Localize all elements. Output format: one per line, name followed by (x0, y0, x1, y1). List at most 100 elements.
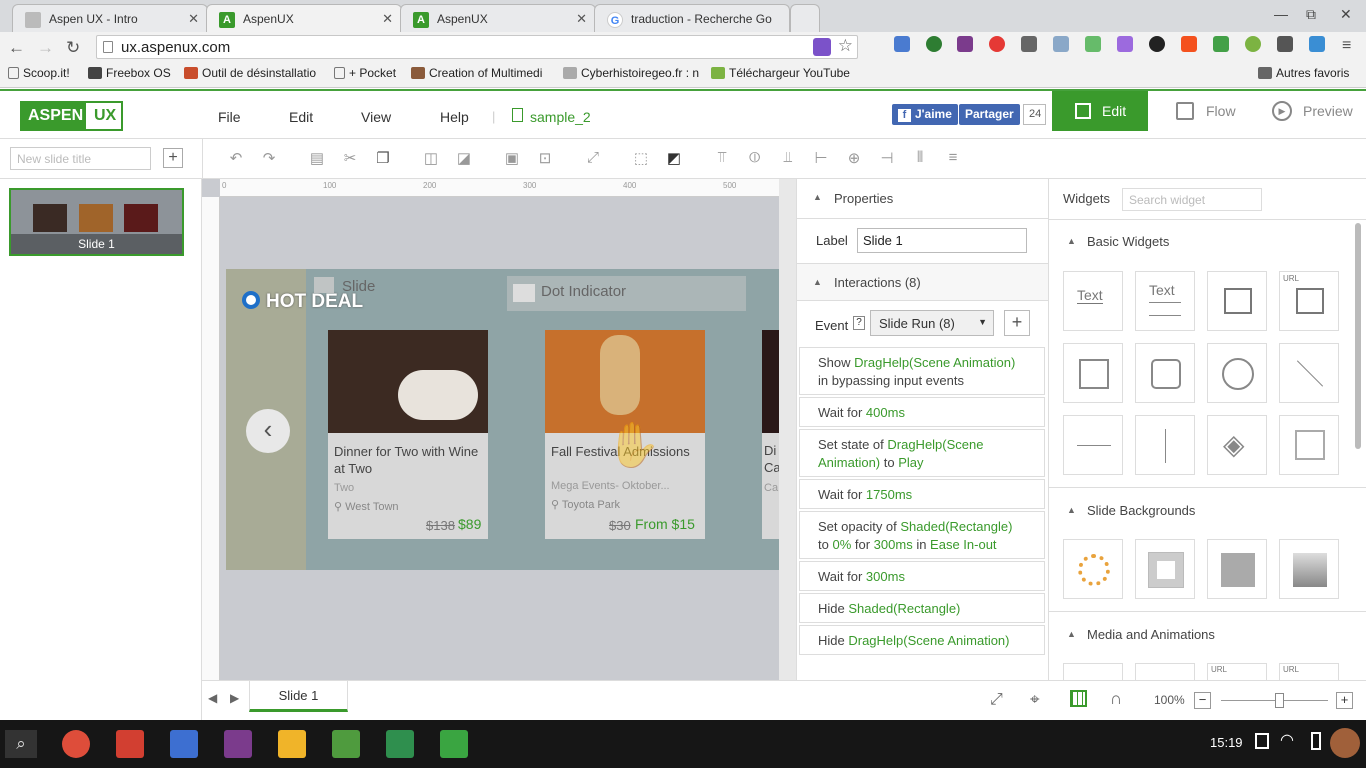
avatar[interactable] (1330, 728, 1360, 758)
interaction-row[interactable]: Hide DragHelp(Scene Animation) (799, 625, 1045, 655)
media-widget[interactable]: URL (1207, 663, 1267, 680)
facebook-share-button[interactable]: Partager (959, 104, 1020, 125)
crosshair-icon[interactable]: ⌖ (1030, 690, 1040, 710)
browser-tab[interactable]: G traduction - Recherche Go (594, 4, 790, 32)
extension-icon[interactable] (1213, 36, 1229, 52)
bookmark[interactable]: + Pocket (334, 66, 396, 80)
interaction-row[interactable]: Wait for 400ms (799, 397, 1045, 427)
extension-icon[interactable] (1309, 36, 1325, 52)
rectangle-widget[interactable] (1063, 343, 1123, 403)
bring-forward-icon[interactable]: ◫ (421, 149, 441, 167)
zoom-in-button[interactable]: + (1336, 692, 1353, 709)
distribute-v-icon[interactable]: ≡ (943, 149, 963, 167)
extension-icon[interactable] (1085, 36, 1101, 52)
line-widget[interactable] (1279, 343, 1339, 403)
grid-icon[interactable] (1070, 690, 1087, 707)
bookmark[interactable]: Cyberhistoiregeo.fr : n (563, 66, 699, 80)
scrollbar[interactable] (779, 179, 796, 680)
align-top-icon[interactable]: ⫪ (712, 149, 732, 167)
distribute-h-icon[interactable]: ⦀ (910, 149, 930, 167)
slide-thumbnail[interactable]: Slide 1 (9, 188, 184, 256)
pattern-background-widget[interactable] (1207, 539, 1267, 599)
align-center-icon[interactable]: ⊕ (844, 149, 864, 167)
chat-icon[interactable] (1277, 36, 1293, 52)
extension-icon[interactable] (926, 36, 942, 52)
cut-icon[interactable]: ✂ (340, 149, 360, 167)
bookmark[interactable]: Freebox OS (88, 66, 171, 80)
download-icon[interactable] (1255, 733, 1269, 749)
circle-widget[interactable] (1207, 343, 1267, 403)
magnet-icon[interactable]: ∩ (1110, 689, 1122, 709)
onenote-icon[interactable] (957, 36, 973, 52)
send-backward-icon[interactable]: ◪ (454, 149, 474, 167)
new-tab-button[interactable] (790, 4, 820, 32)
align-left-icon[interactable]: ⊢ (811, 149, 831, 167)
file-name-link[interactable]: sample_2 (530, 109, 591, 125)
crop-icon[interactable]: ⬚ (631, 149, 651, 167)
paragraph-widget[interactable]: Text (1135, 271, 1195, 331)
solid-background-widget[interactable] (1135, 539, 1195, 599)
add-slide-button[interactable]: + (163, 148, 183, 168)
minimize-icon[interactable]: — (1274, 6, 1288, 22)
gmail-icon[interactable] (116, 730, 144, 758)
interactions-header[interactable]: ▲ Interactions (8) (797, 263, 1048, 301)
extension-icon[interactable] (989, 36, 1005, 52)
media-widget[interactable] (1063, 663, 1123, 680)
bookmark[interactable]: Creation of Multimedi (411, 66, 542, 80)
menu-help[interactable]: Help (440, 109, 469, 125)
browser-tab-active[interactable]: A AspenUX ✕ (206, 4, 402, 33)
ungroup-icon[interactable]: ⊡ (535, 149, 555, 167)
extension-icon[interactable] (813, 38, 831, 56)
restore-icon[interactable]: ⧉ (1306, 6, 1316, 23)
close-icon[interactable]: ✕ (382, 11, 393, 27)
feedly-icon[interactable] (440, 730, 468, 758)
bookmark[interactable]: Scoop.it! (8, 66, 70, 80)
widget-search-input[interactable]: Search widget (1122, 188, 1262, 211)
star-icon[interactable]: ☆ (838, 36, 853, 56)
color-background-widget[interactable] (1063, 539, 1123, 599)
media-widget[interactable]: URL (1279, 663, 1339, 680)
close-window-icon[interactable]: ✕ (1340, 6, 1352, 23)
browser-tab[interactable]: A AspenUX ✕ (400, 4, 596, 32)
chrome-icon[interactable] (62, 730, 90, 758)
properties-header[interactable]: ▲ Properties (797, 179, 1048, 219)
bookmark[interactable]: Téléchargeur YouTube (711, 66, 850, 80)
fit-icon[interactable]: ⤢ (583, 149, 603, 167)
preview-mode-button[interactable]: ▶ Preview (1270, 91, 1360, 131)
slide-tab[interactable]: Slide 1 (249, 681, 348, 712)
camera-icon[interactable] (1053, 36, 1069, 52)
paste-icon[interactable]: ▤ (307, 149, 327, 167)
layers-widget[interactable]: ◈ (1207, 415, 1267, 475)
label-input[interactable]: Slide 1 (857, 228, 1027, 253)
slide-canvas[interactable]: HOT DEAL Slide Dot Indicator ‹ Dinner fo… (226, 269, 779, 570)
zoom-out-button[interactable]: − (1194, 692, 1211, 709)
drive-icon[interactable] (386, 730, 414, 758)
deal-card-partial[interactable]: Di Ca Ca (762, 330, 779, 539)
close-icon[interactable]: ✕ (576, 11, 587, 27)
prev-slide-icon[interactable]: ◀ (208, 691, 217, 705)
app-icon[interactable] (332, 730, 360, 758)
menu-icon[interactable]: ≡ (1342, 37, 1351, 55)
group-icon[interactable]: ▣ (502, 149, 522, 167)
event-select[interactable]: Slide Run (8) ▼ (870, 310, 994, 336)
battery-icon[interactable] (1311, 732, 1321, 750)
align-bottom-icon[interactable]: ⫫ (778, 149, 798, 167)
extension-icon[interactable] (894, 36, 910, 52)
extension-icon[interactable] (1149, 36, 1165, 52)
shadow-icon[interactable]: ◩ (664, 149, 684, 167)
collapse-icon[interactable]: ▲ (1067, 236, 1076, 246)
browser-tab[interactable]: Aspen UX - Intro ✕ (12, 4, 208, 32)
back-icon[interactable]: ← (8, 38, 25, 58)
media-widget[interactable] (1135, 663, 1195, 680)
dot-indicator-widget[interactable]: Dot Indicator (507, 276, 746, 311)
undo-icon[interactable]: ↶ (226, 149, 246, 167)
interaction-row[interactable]: Set state of DragHelp(Scene Animation) t… (799, 429, 1045, 477)
add-interaction-button[interactable]: + (1004, 310, 1030, 336)
image-widget[interactable] (1207, 271, 1267, 331)
docs-icon[interactable] (170, 730, 198, 758)
url-input[interactable]: ux.aspenux.com ☆ (96, 35, 858, 59)
aspenux-logo[interactable]: ASPEN UX (20, 101, 123, 131)
wifi-icon[interactable]: ◠ (1280, 730, 1294, 750)
menu-view[interactable]: View (361, 109, 391, 125)
extension-icon[interactable] (1181, 36, 1197, 52)
